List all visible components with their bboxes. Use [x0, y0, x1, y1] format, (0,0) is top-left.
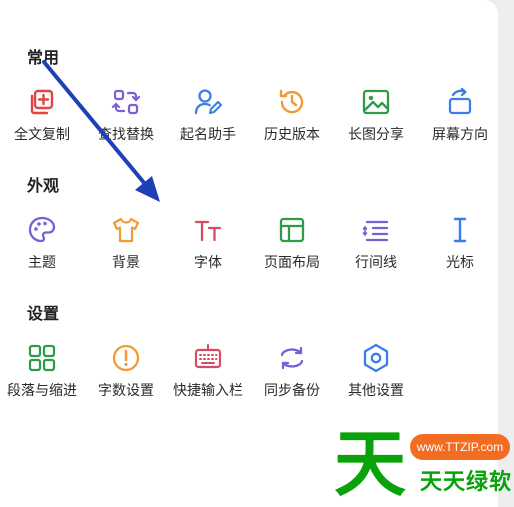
theme-button[interactable]: 主题 — [0, 214, 84, 278]
theme-label: 主题 — [28, 255, 56, 271]
page-layout-label: 页面布局 — [264, 255, 320, 271]
copy-all-label: 全文复制 — [14, 127, 70, 143]
quick-input-bar-button[interactable]: 快捷输入栏 — [166, 342, 250, 406]
page-layout-button[interactable]: 页面布局 — [250, 214, 334, 278]
keyboard-icon — [194, 344, 222, 369]
watermark-url: www.TTZIP.com — [410, 434, 510, 460]
watermark-big-char: 天 — [334, 422, 407, 506]
other-settings-button[interactable]: 其他设置 — [334, 342, 418, 406]
find-replace-label: 查找替换 — [98, 127, 154, 143]
tshirt-icon — [112, 217, 140, 243]
rotate-icon — [448, 87, 472, 115]
cursor-button[interactable]: 光标 — [418, 214, 502, 278]
other-settings-label: 其他设置 — [348, 383, 404, 399]
copy-all-button[interactable]: 全文复制 — [0, 86, 84, 150]
line-spacing-label: 行间线 — [355, 255, 397, 271]
line-spacing-icon — [362, 220, 389, 242]
grid-icon — [28, 344, 56, 372]
naming-assistant-button[interactable]: 起名助手 — [166, 86, 250, 150]
cursor-label: 光标 — [446, 255, 474, 271]
find-replace-button[interactable]: 查找替换 — [84, 86, 168, 150]
paragraph-indent-button[interactable]: 段落与缩进 — [0, 342, 84, 406]
tools-panel: 常用 全文复制 查找替换 起名助手 历史版本 长图分享 屏幕方向 外观 主题 背… — [0, 0, 498, 507]
background-button[interactable]: 背景 — [84, 214, 168, 278]
section-title-common: 常用 — [27, 48, 60, 67]
person-edit-icon — [194, 89, 223, 115]
watermark-text: 天天绿软 — [420, 470, 513, 495]
history-versions-label: 历史版本 — [264, 127, 320, 143]
paragraph-indent-label: 段落与缩进 — [7, 383, 77, 399]
sync-backup-label: 同步备份 — [264, 383, 320, 399]
alert-circle-icon — [112, 344, 140, 372]
quick-input-bar-label: 快捷输入栏 — [173, 383, 243, 399]
history-versions-button[interactable]: 历史版本 — [250, 86, 334, 150]
section-title-settings: 设置 — [27, 304, 60, 323]
naming-assistant-label: 起名助手 — [180, 127, 236, 143]
sync-backup-button[interactable]: 同步备份 — [250, 342, 334, 406]
long-image-share-button[interactable]: 长图分享 — [334, 86, 418, 150]
long-image-share-label: 长图分享 — [348, 127, 404, 143]
palette-icon — [28, 216, 56, 243]
image-icon — [362, 89, 390, 115]
gear-icon — [363, 343, 389, 373]
screen-orientation-label: 屏幕方向 — [432, 127, 488, 143]
layout-icon — [279, 217, 305, 243]
line-spacing-button[interactable]: 行间线 — [334, 214, 418, 278]
history-icon — [279, 89, 304, 114]
cursor-icon — [453, 217, 467, 243]
word-count-button[interactable]: 字数设置 — [84, 342, 168, 406]
section-title-appearance: 外观 — [27, 176, 60, 195]
find-replace-icon — [111, 89, 141, 115]
font-icon — [194, 220, 222, 242]
font-label: 字体 — [194, 255, 222, 271]
background-label: 背景 — [112, 255, 140, 271]
word-count-label: 字数设置 — [98, 383, 154, 399]
copy-plus-icon — [30, 89, 54, 115]
screen-orientation-button[interactable]: 屏幕方向 — [418, 86, 502, 150]
sync-icon — [280, 346, 304, 370]
font-button[interactable]: 字体 — [166, 214, 250, 278]
